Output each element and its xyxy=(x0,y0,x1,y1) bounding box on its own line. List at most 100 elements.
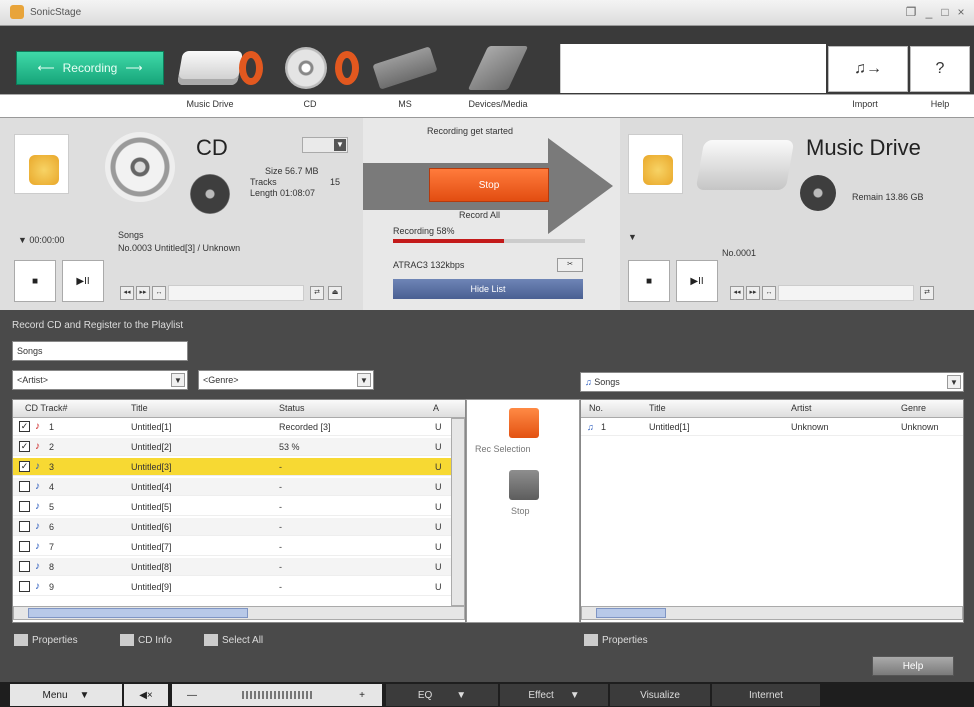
repeat-icon[interactable]: ↔ xyxy=(762,286,776,300)
next-icon[interactable]: ▸▸ xyxy=(136,286,150,300)
table-row[interactable]: ✓ ♪ 2 Untitled[2] 53 % U xyxy=(13,438,465,456)
effect-button[interactable]: Effect ▼ xyxy=(500,684,608,706)
track-checkbox[interactable] xyxy=(19,501,30,512)
shuffle-icon[interactable]: ⇄ xyxy=(310,286,324,300)
import-label[interactable]: Import xyxy=(840,99,890,109)
format-settings-icon[interactable]: ✂ xyxy=(557,258,583,272)
playlist-select-value: Songs xyxy=(594,377,620,387)
md-seek-bar[interactable] xyxy=(778,285,914,301)
properties-button[interactable]: Properties xyxy=(14,634,78,646)
track-number: 7 xyxy=(49,542,55,552)
table-row[interactable]: ♫ 1 Untitled[1] Unknown Unknown xyxy=(581,418,963,436)
media-device-icon[interactable] xyxy=(467,44,529,92)
internet-button[interactable]: Internet xyxy=(712,684,820,706)
table-row[interactable]: ♪ 8 Untitled[8] - U xyxy=(13,558,465,576)
hide-list-button[interactable]: Hide List xyxy=(393,279,583,299)
minimize-icon[interactable]: _ xyxy=(922,5,936,19)
help-label[interactable]: Help xyxy=(920,99,960,109)
help-icon: ? xyxy=(935,60,945,77)
stop-button[interactable]: ■ xyxy=(14,260,56,302)
col-status[interactable]: Status xyxy=(279,403,305,413)
table-row[interactable]: ♪ 7 Untitled[7] - U xyxy=(13,538,465,556)
cd-label[interactable]: CD xyxy=(290,99,330,109)
track-artist-abbrev: U xyxy=(435,442,442,452)
vertical-scrollbar[interactable] xyxy=(451,418,465,606)
horizontal-scrollbar[interactable] xyxy=(581,606,963,620)
stop-icon[interactable] xyxy=(509,470,539,500)
eq-button[interactable]: EQ ▼ xyxy=(386,684,498,706)
col-cd-track[interactable]: CD Track# xyxy=(25,403,68,413)
devices-media-label[interactable]: Devices/Media xyxy=(458,99,538,109)
track-checkbox[interactable] xyxy=(19,541,30,552)
prev-icon[interactable]: ◂◂ xyxy=(120,286,134,300)
table-row[interactable]: ♪ 4 Untitled[4] - U xyxy=(13,478,465,496)
cd-seek-bar[interactable] xyxy=(168,285,304,301)
track-number: 6 xyxy=(49,522,55,532)
menu-button[interactable]: Menu ▼ xyxy=(10,684,122,706)
properties-right-button[interactable]: Properties xyxy=(584,634,648,646)
music-drive-label[interactable]: Music Drive xyxy=(180,99,240,109)
restore-icon[interactable]: ❐ xyxy=(904,5,918,19)
md-stop-button[interactable]: ■ xyxy=(628,260,670,302)
recording-tab[interactable]: ⟵ Recording ⟶ xyxy=(16,51,164,85)
stop-label[interactable]: Stop xyxy=(511,506,530,516)
col-genre[interactable]: Genre xyxy=(901,403,926,413)
rec-selection-icon[interactable] xyxy=(509,408,539,438)
track-checkbox[interactable]: ✓ xyxy=(19,421,30,432)
horizontal-scrollbar[interactable] xyxy=(13,606,465,620)
genre-filter-select[interactable]: <Genre> ▼ xyxy=(198,370,374,390)
repeat-icon[interactable]: ↔ xyxy=(152,286,166,300)
help-button[interactable]: ? xyxy=(910,46,970,92)
md-play-pause-button[interactable]: ▶II xyxy=(676,260,718,302)
track-checkbox[interactable]: ✓ xyxy=(19,461,30,472)
table-header: No. Title Artist Genre xyxy=(581,400,963,418)
col-title[interactable]: Title xyxy=(131,403,148,413)
next-icon[interactable]: ▸▸ xyxy=(746,286,760,300)
track-artist-abbrev: U xyxy=(435,542,442,552)
artist-filter-select[interactable]: <Artist> ▼ xyxy=(12,370,188,390)
rec-selection-label[interactable]: Rec Selection xyxy=(475,444,531,454)
visualize-button[interactable]: Visualize xyxy=(610,684,710,706)
cd-info-button[interactable]: CD Info xyxy=(120,634,172,646)
stop-recording-button[interactable]: Stop xyxy=(429,168,549,202)
playlist-name-input[interactable]: Songs xyxy=(12,341,188,361)
track-checkbox[interactable]: ✓ xyxy=(19,441,30,452)
maximize-icon[interactable]: □ xyxy=(938,5,952,19)
table-row[interactable]: ♪ 6 Untitled[6] - U xyxy=(13,518,465,536)
table-row[interactable]: ♪ 5 Untitled[5] - U xyxy=(13,498,465,516)
track-checkbox[interactable] xyxy=(19,581,30,592)
play-pause-button[interactable]: ▶II xyxy=(62,260,104,302)
help-button-bottom[interactable]: Help xyxy=(872,656,954,676)
col-a[interactable]: A xyxy=(433,403,439,413)
col-artist[interactable]: Artist xyxy=(791,403,812,413)
volume-down-button[interactable]: — xyxy=(172,684,212,706)
cd-drive-select[interactable]: ▼ xyxy=(302,137,348,153)
volume-up-button[interactable]: + xyxy=(342,684,382,706)
eject-icon[interactable]: ⏏ xyxy=(328,286,342,300)
table-row[interactable]: ✓ ♪ 3 Untitled[3] - U xyxy=(13,458,465,476)
mute-button[interactable]: ◀× xyxy=(124,684,168,706)
table-row[interactable]: ✓ ♪ 1 Untitled[1] Recorded [3] U xyxy=(13,418,465,436)
plus-label: + xyxy=(359,689,365,701)
prev-icon[interactable]: ◂◂ xyxy=(730,286,744,300)
col-title[interactable]: Title xyxy=(649,403,666,413)
memory-stick-device-icon[interactable] xyxy=(370,44,440,92)
track-checkbox[interactable] xyxy=(19,561,30,572)
playlist-select[interactable]: ♫ Songs ▼ xyxy=(580,372,964,392)
col-no[interactable]: No. xyxy=(589,403,603,413)
ms-label[interactable]: MS xyxy=(390,99,420,109)
disc-icon xyxy=(190,174,230,214)
select-all-button[interactable]: Select All xyxy=(204,634,263,646)
cd-device-icon[interactable] xyxy=(282,44,330,92)
shuffle-icon[interactable]: ⇄ xyxy=(920,286,934,300)
cd-album-art xyxy=(14,134,69,194)
volume-slider[interactable] xyxy=(212,684,342,706)
music-drive-device-icon[interactable] xyxy=(177,44,243,92)
import-button[interactable]: ♫→ xyxy=(828,46,908,92)
md-expand-icon[interactable]: ▼ xyxy=(628,232,637,242)
track-checkbox[interactable] xyxy=(19,481,30,492)
table-row[interactable]: ♪ 9 Untitled[9] - U xyxy=(13,578,465,596)
music-note-icon: ♪ xyxy=(35,421,40,432)
track-checkbox[interactable] xyxy=(19,521,30,532)
close-icon[interactable]: × xyxy=(954,5,968,19)
